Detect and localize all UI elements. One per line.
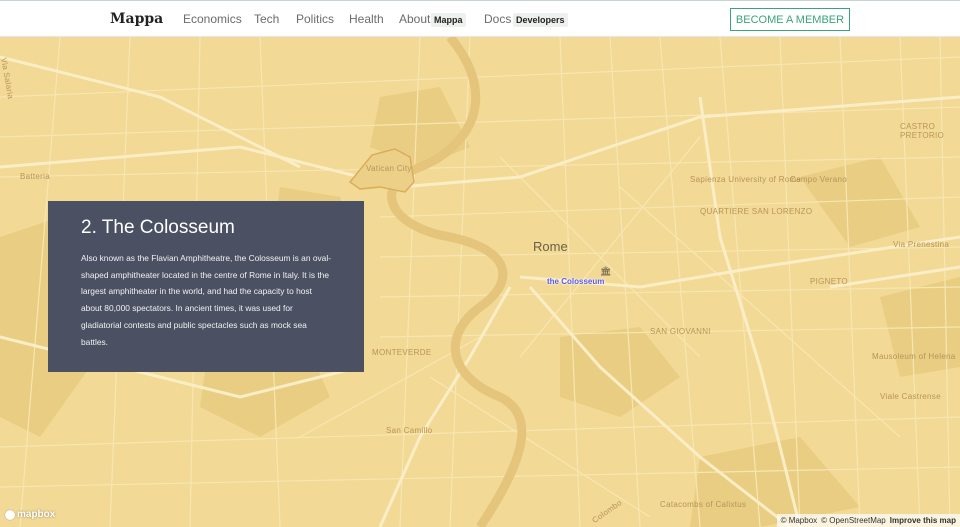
area-label-batteria: Batteria xyxy=(20,172,50,181)
mapbox-logo-text: mapbox xyxy=(17,509,56,520)
story-title: 2. The Colosseum xyxy=(81,217,235,238)
nav-link-about[interactable]: About xyxy=(399,12,430,26)
area-label-monteverde: MONTEVERDE xyxy=(372,348,432,357)
about-badge: Mappa xyxy=(431,13,466,27)
become-member-button[interactable]: BECOME A MEMBER xyxy=(730,8,850,31)
city-label-rome: Rome xyxy=(533,239,568,254)
top-navigation: Mappa Economics Tech Politics Health Abo… xyxy=(0,0,960,37)
area-label-via-prenestina: Via Prenestina xyxy=(893,240,950,249)
area-label-campo-verano: Campo Verano xyxy=(790,175,847,184)
area-label-viale-castrense: Viale Castrense xyxy=(880,392,941,401)
poi-label-colosseum[interactable]: the Colosseum xyxy=(547,277,604,286)
story-card: 2. The Colosseum Also known as the Flavi… xyxy=(48,201,364,372)
nav-link-health[interactable]: Health xyxy=(349,12,384,26)
area-label-vatican: Vatican City xyxy=(366,164,412,173)
area-label-castro-pretorio: CASTRO PRETORIO xyxy=(900,122,945,140)
area-label-san-giovanni: SAN GIOVANNI xyxy=(650,327,711,336)
museum-icon[interactable]: 🏛 xyxy=(600,266,611,277)
area-label-san-lorenzo: QUARTIERE SAN LORENZO xyxy=(700,207,813,216)
area-label-san-camillo: San Camillo xyxy=(386,426,433,435)
docs-badge: Developers xyxy=(513,13,568,27)
improve-map-link[interactable]: Improve this map xyxy=(890,516,956,525)
area-label-mausoleum-helena: Mausoleum of Helena xyxy=(872,352,956,361)
area-label-sapienza: Sapienza University of Rome xyxy=(690,175,802,184)
map-attribution: © Mapbox © OpenStreetMap Improve this ma… xyxy=(776,514,960,527)
attrib-osm-link[interactable]: © OpenStreetMap xyxy=(821,516,886,525)
area-label-catacombs: Catacombs of Calixtus xyxy=(660,500,747,509)
nav-link-tech[interactable]: Tech xyxy=(254,12,279,26)
mapbox-logo[interactable]: mapbox xyxy=(5,509,55,520)
area-label-pigneto: PIGNETO xyxy=(810,277,848,286)
story-body: Also known as the Flavian Amphitheatre, … xyxy=(81,253,331,347)
nav-link-docs[interactable]: Docs xyxy=(484,12,511,26)
nav-link-politics[interactable]: Politics xyxy=(296,12,334,26)
mapbox-logo-icon xyxy=(5,509,15,520)
nav-link-economics[interactable]: Economics xyxy=(183,12,242,26)
brand-logo[interactable]: Mappa xyxy=(110,11,163,27)
attrib-mapbox-link[interactable]: © Mapbox xyxy=(781,516,818,525)
